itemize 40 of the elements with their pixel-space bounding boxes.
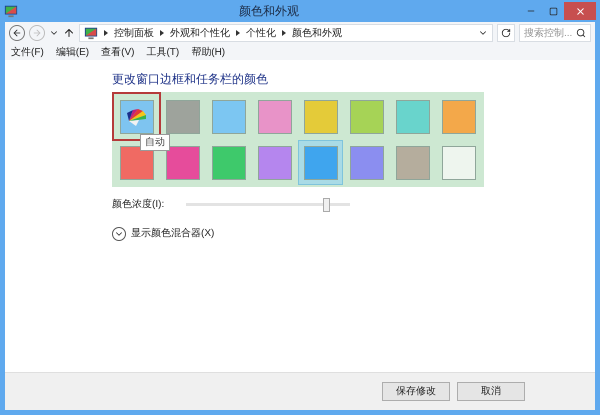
menu-item[interactable]: 编辑(E) <box>56 44 90 60</box>
dialog-button[interactable]: 保存修改 <box>382 382 450 401</box>
breadcrumb[interactable]: 控制面板 <box>114 26 154 40</box>
color-fan-icon <box>124 106 148 126</box>
forward-arrow-icon <box>32 28 42 38</box>
menu-item[interactable]: 帮助(H) <box>191 44 226 60</box>
window-title: 颜色和外观 <box>238 3 300 20</box>
separator-icon <box>282 30 286 36</box>
control-panel-icon <box>4 4 18 18</box>
breadcrumb[interactable]: 外观和个性化 <box>170 26 230 40</box>
tooltip: 自动 <box>140 134 170 151</box>
slider-thumb[interactable] <box>323 198 330 212</box>
up-button[interactable] <box>63 27 75 39</box>
back-arrow-icon <box>12 28 22 38</box>
search-field[interactable]: 搜索控制... <box>519 24 591 42</box>
refresh-icon <box>501 28 511 38</box>
close-button[interactable] <box>564 2 596 20</box>
refresh-button[interactable] <box>497 24 515 42</box>
menu-item[interactable]: 查看(V) <box>101 44 134 60</box>
intensity-label: 颜色浓度(I): <box>112 198 162 212</box>
back-button[interactable] <box>9 25 25 41</box>
search-icon <box>576 28 586 38</box>
breadcrumb[interactable]: 个性化 <box>246 26 276 40</box>
separator-icon <box>236 30 240 36</box>
maximize-icon <box>548 6 558 16</box>
address-field[interactable]: 控制面板 外观和个性化 个性化 颜色和外观 <box>79 24 493 42</box>
section-heading: 更改窗口边框和任务栏的颜色 <box>112 71 269 88</box>
color-swatch[interactable] <box>298 140 343 185</box>
menu-item[interactable]: 工具(T) <box>146 44 180 60</box>
separator-icon <box>160 30 164 36</box>
close-icon <box>574 6 586 16</box>
dialog-button[interactable]: 取消 <box>457 382 525 401</box>
intensity-slider[interactable] <box>186 198 350 212</box>
menu-item[interactable]: 文件(F) <box>11 44 44 60</box>
mixer-toggle[interactable]: 显示颜色混合器(X) <box>112 226 214 241</box>
breadcrumb[interactable]: 颜色和外观 <box>292 26 342 40</box>
control-panel-icon <box>84 26 98 40</box>
color-swatch[interactable] <box>114 94 159 139</box>
up-arrow-icon <box>63 27 75 39</box>
separator-icon <box>104 30 108 36</box>
